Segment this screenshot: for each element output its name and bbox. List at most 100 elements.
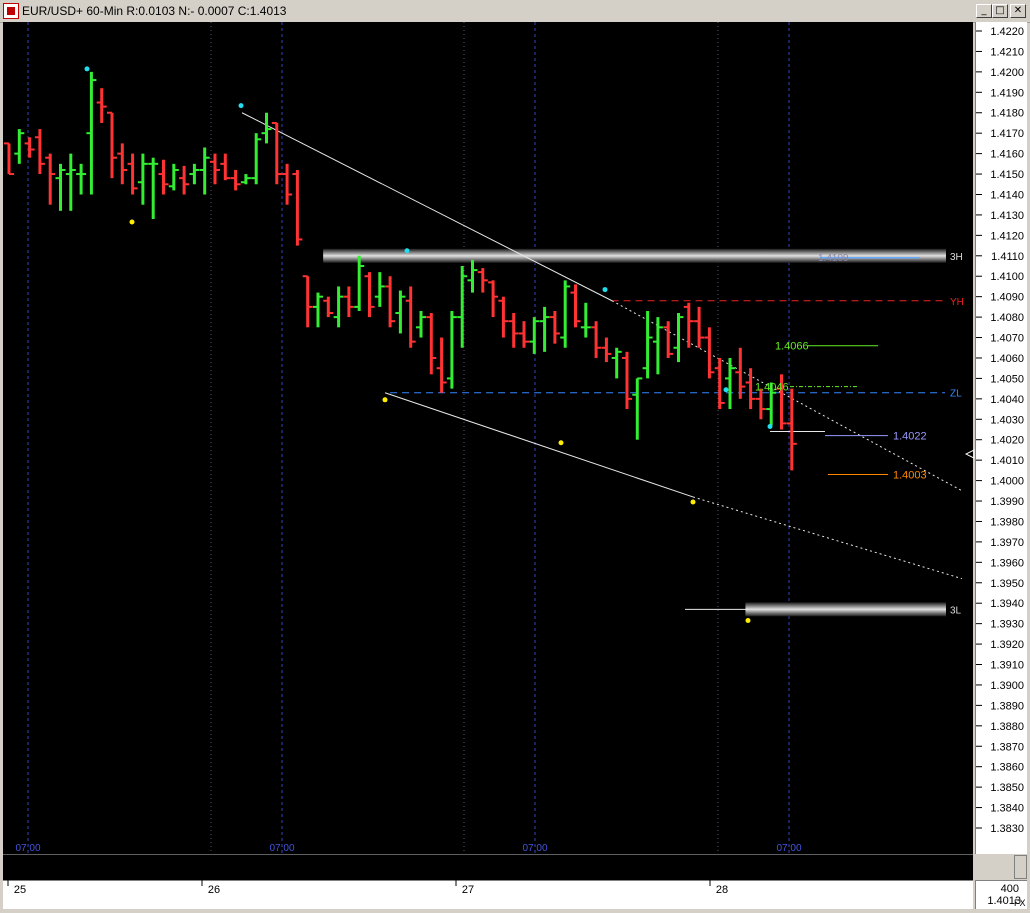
ohlc-bar [313, 292, 323, 328]
price-tick-label: 1.3910 [990, 660, 1024, 672]
ohlc-bar [96, 88, 107, 123]
ohlc-bar [426, 313, 437, 375]
date-label: 25 [14, 884, 26, 896]
chart-svg: 07:00 07:00 07:00 07:00 3H 1.4109 YH ZL 3L 1.406… [4, 22, 1024, 896]
price-tag-label: 1.4022 [893, 431, 927, 443]
trendline-lower [384, 392, 694, 498]
ohlc-bar [467, 259, 478, 293]
ohlc-bar [240, 174, 251, 185]
level-label-zl: ZL [950, 389, 962, 400]
ohlc-bar [395, 290, 406, 334]
ohlc-bar [282, 163, 293, 205]
ohlc-bar [652, 317, 663, 375]
swing-high-marker [84, 66, 90, 72]
ohlc-bar [354, 255, 365, 311]
ohlc-bar [55, 163, 66, 211]
chart-window: EUR/USD+ 60-Min R:0.0103 N:- 0.0007 C:1.… [0, 0, 1030, 913]
time-label: 07:00 [776, 843, 801, 854]
last-price-marker [964, 449, 975, 459]
price-tick-label: 1.4140 [990, 189, 1024, 201]
price-tick-label: 1.4190 [990, 87, 1024, 99]
ohlc-bar [529, 317, 540, 354]
swing-high-marker [404, 248, 410, 254]
swing-high-marker [238, 103, 244, 109]
ohlc-bar [148, 157, 159, 220]
price-tick-label: 1.4210 [990, 46, 1024, 58]
ohlc-bar [591, 321, 602, 358]
ohlc-bar [436, 337, 447, 393]
price-tick-label: 1.3940 [990, 598, 1024, 610]
ohlc-bar [477, 268, 488, 293]
ohlc-bar [725, 357, 735, 410]
ohlc-bar [137, 153, 148, 205]
time-label: 07:00 [15, 843, 40, 854]
price-tick-label: 1.4150 [990, 169, 1024, 181]
ohlc-bar [117, 143, 128, 185]
swing-high-marker [602, 287, 608, 293]
price-tick-label: 1.3850 [990, 782, 1024, 794]
ohlc-bar [251, 133, 262, 185]
ohlc-bar [549, 310, 560, 344]
ohlc-bar [127, 153, 138, 195]
price-tick-label: 1.4160 [990, 149, 1024, 161]
ohlc-bar [786, 388, 797, 471]
price-tick-label: 1.4040 [990, 394, 1024, 406]
price-tag-label: 1.4066 [775, 341, 809, 353]
ohlc-bar [34, 129, 45, 175]
ohlc-bar [261, 112, 272, 144]
price-tick-label: 1.4120 [990, 230, 1024, 242]
ohlc-bar [488, 280, 499, 318]
price-tick-label: 1.3960 [990, 557, 1024, 569]
ohlc-bar [179, 165, 190, 195]
ohlc-bar [632, 377, 643, 440]
price-tick-label: 1.4000 [990, 476, 1024, 488]
ohlc-bar [4, 142, 14, 176]
ohlc-bar [230, 169, 241, 191]
ohlc-bar [508, 313, 519, 348]
ohlc-bar [642, 310, 653, 379]
ohlc-bar [220, 153, 231, 181]
ohlc-bar [323, 296, 334, 318]
ohlc-bar [704, 327, 715, 379]
price-tick-label: 1.3980 [990, 516, 1024, 528]
ohlc-bar [405, 286, 416, 348]
ohlc-bar [292, 169, 303, 246]
ohlc-bar [457, 266, 468, 348]
ohlc-bar [168, 163, 179, 191]
ohlc-bar [343, 286, 354, 318]
price-tick-label: 1.3840 [990, 803, 1024, 815]
price-tick-label: 1.4080 [990, 312, 1024, 324]
ohlc-bar [611, 347, 622, 379]
ohlc-bar [416, 310, 426, 338]
ohlc-bar [560, 280, 571, 348]
ohlc-bar [333, 286, 344, 328]
price-tick-label: 1.4030 [990, 414, 1024, 426]
price-tick-label: 1.3970 [990, 537, 1024, 549]
swing-low-marker [558, 440, 564, 446]
price-tick-label: 1.3870 [990, 741, 1024, 753]
swing-low-marker [690, 499, 696, 505]
swing-low-marker [129, 219, 135, 225]
price-tick-label: 1.3900 [990, 680, 1024, 692]
level-label-yh: YH [950, 297, 964, 308]
date-label: 26 [208, 884, 220, 896]
price-tick-label: 1.4110 [991, 251, 1024, 263]
ohlc-bar [24, 137, 35, 158]
time-label: 07:00 [269, 843, 294, 854]
level-band-3l [745, 602, 946, 617]
ohlc-bar [374, 272, 385, 307]
date-label: 28 [716, 884, 728, 896]
ohlc-bar [158, 159, 169, 195]
ohlc-bar [539, 306, 550, 352]
ohlc-bar [446, 310, 457, 389]
ohlc-bar [498, 296, 509, 338]
price-tick-label: 1.4130 [990, 210, 1024, 222]
swing-high-marker [767, 424, 773, 429]
ohlc-bar [199, 147, 210, 195]
ohlc-bar [302, 275, 313, 328]
price-tick-label: 1.4170 [990, 128, 1024, 140]
ohlc-bar [673, 313, 684, 363]
price-tick-label: 1.4200 [990, 67, 1024, 79]
ohlc-bar [65, 153, 76, 211]
swing-low-marker [382, 397, 388, 403]
